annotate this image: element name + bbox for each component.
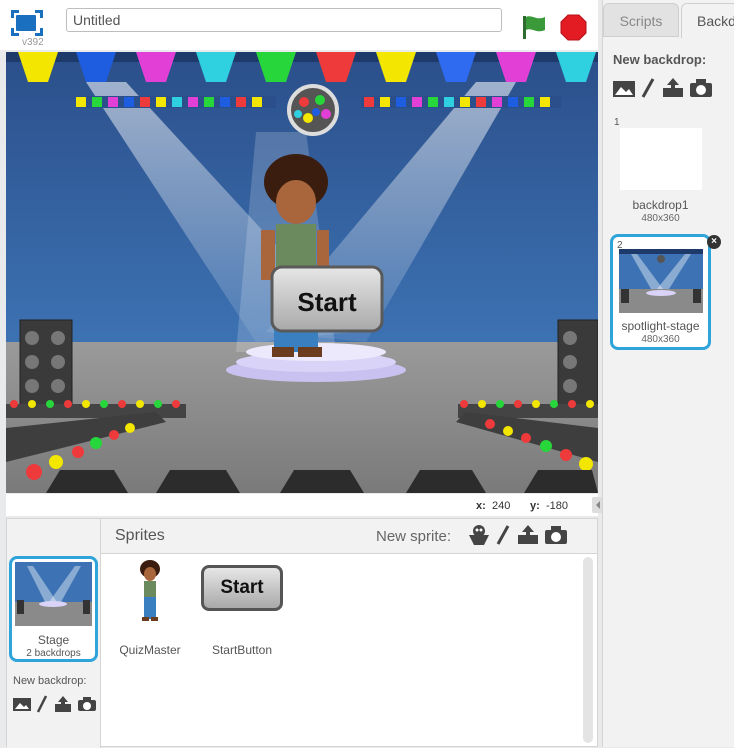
- new-sprite-tools: [467, 524, 568, 551]
- sprite-item-startbutton[interactable]: Start StartButton: [197, 557, 287, 657]
- brush-icon[interactable]: [640, 77, 656, 104]
- camera-icon[interactable]: [77, 696, 97, 717]
- tab-scripts[interactable]: Scripts: [603, 3, 679, 37]
- backdrop-item-backdrop1[interactable]: 1 backdrop1 480x360: [610, 114, 711, 230]
- upload-icon[interactable]: [661, 77, 685, 104]
- camera-icon[interactable]: [689, 78, 713, 103]
- project-title-input[interactable]: [66, 8, 502, 32]
- green-flag-icon[interactable]: [520, 14, 548, 45]
- stage-backdrop-count: 2 backdrops: [26, 648, 81, 659]
- start-button-label: Start: [297, 287, 357, 317]
- sprite-list-scrollbar[interactable]: [583, 557, 593, 743]
- stage-status-bar: x: 240 y: -180: [6, 494, 604, 516]
- stage-new-backdrop-tools: [12, 695, 97, 718]
- brush-icon[interactable]: [36, 695, 48, 718]
- sprites-title: Sprites: [115, 527, 165, 544]
- paint-icon[interactable]: [12, 696, 32, 717]
- coord-x-label: x:: [476, 500, 486, 512]
- paint-icon[interactable]: [612, 78, 636, 103]
- startbutton-thumbnail: Start: [201, 565, 283, 611]
- backdrop-size: 480x360: [641, 213, 680, 224]
- stage-new-backdrop-label: New backdrop:: [13, 675, 87, 687]
- backdrop-name: spotlight-stage: [621, 319, 700, 333]
- top-bar: v392: [0, 0, 598, 50]
- tab-backdrops[interactable]: Backdrops: [681, 3, 734, 38]
- upload-icon[interactable]: [516, 524, 540, 551]
- camera-icon[interactable]: [544, 525, 568, 550]
- sprite-library-icon[interactable]: [467, 524, 491, 551]
- stage-thumbnail[interactable]: Stage 2 backdrops: [9, 556, 98, 662]
- sprite-item-quizmaster[interactable]: QuizMaster: [105, 557, 195, 657]
- stage-canvas[interactable]: Start: [6, 52, 598, 493]
- fullscreen-icon[interactable]: [9, 8, 45, 38]
- coord-x-value: 240: [492, 500, 511, 512]
- backdrop-number: 1: [614, 117, 620, 128]
- new-backdrop-label: New backdrop:: [613, 52, 707, 67]
- stage-column: Stage 2 backdrops New backdrop:: [7, 519, 101, 748]
- stage-label: Stage: [37, 633, 70, 647]
- start-button-sprite[interactable]: Start: [270, 265, 384, 333]
- coord-y-value: -180: [546, 500, 569, 512]
- brush-icon[interactable]: [495, 524, 511, 551]
- backdrop-thumbnail: [620, 128, 702, 190]
- coord-y-label: y:: [530, 500, 540, 512]
- new-backdrop-tools: [612, 77, 713, 104]
- backdrop-item-spotlight-stage[interactable]: 2 × spotlight-stage 480x360: [610, 234, 721, 350]
- version-label: v392: [22, 37, 44, 48]
- delete-icon[interactable]: ×: [707, 235, 721, 249]
- new-sprite-label: New sprite:: [376, 528, 452, 545]
- upload-icon[interactable]: [53, 695, 73, 718]
- backdrop-name: backdrop1: [632, 198, 689, 212]
- sprite-name: QuizMaster: [119, 643, 181, 657]
- sprite-pane: Stage 2 backdrops New backdrop: Sprites …: [6, 518, 598, 748]
- right-pane: Scripts Backdrops New backdrop: 1 backdr…: [602, 0, 734, 747]
- backdrop-size: 480x360: [641, 334, 680, 345]
- sprite-name: StartButton: [211, 643, 273, 657]
- sprites-header: Sprites New sprite:: [101, 519, 597, 554]
- stop-icon[interactable]: [560, 14, 587, 46]
